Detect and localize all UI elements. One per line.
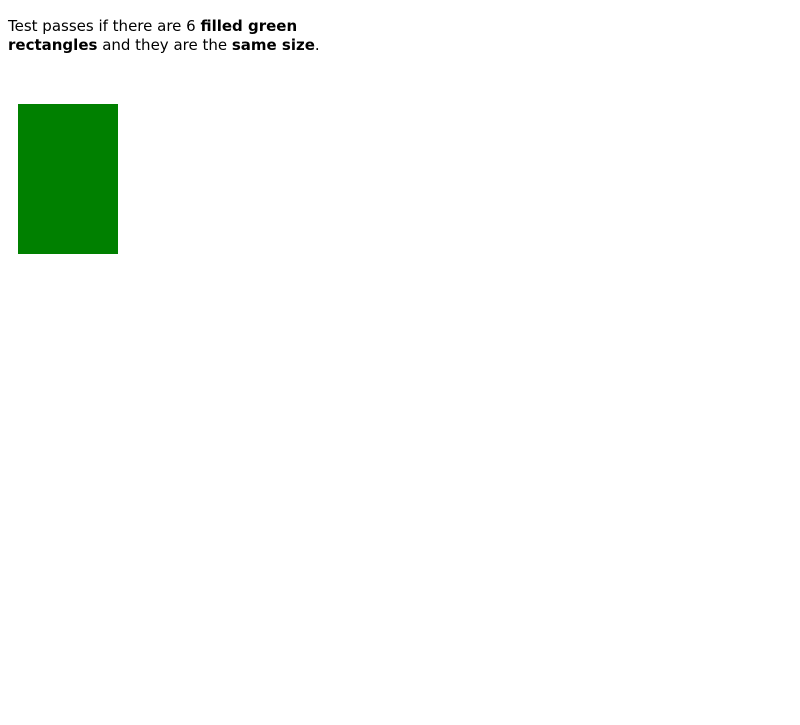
green-rectangle	[18, 104, 118, 254]
instructions-text-2: and they are the	[97, 36, 232, 54]
instructions-text-1: Test passes if there are 6	[8, 17, 201, 35]
instructions-emphasis-same-size: same size	[231, 36, 315, 54]
instructions-text-3: .	[314, 36, 320, 54]
test-instructions: Test passes if there are 6 filled green …	[8, 17, 348, 55]
